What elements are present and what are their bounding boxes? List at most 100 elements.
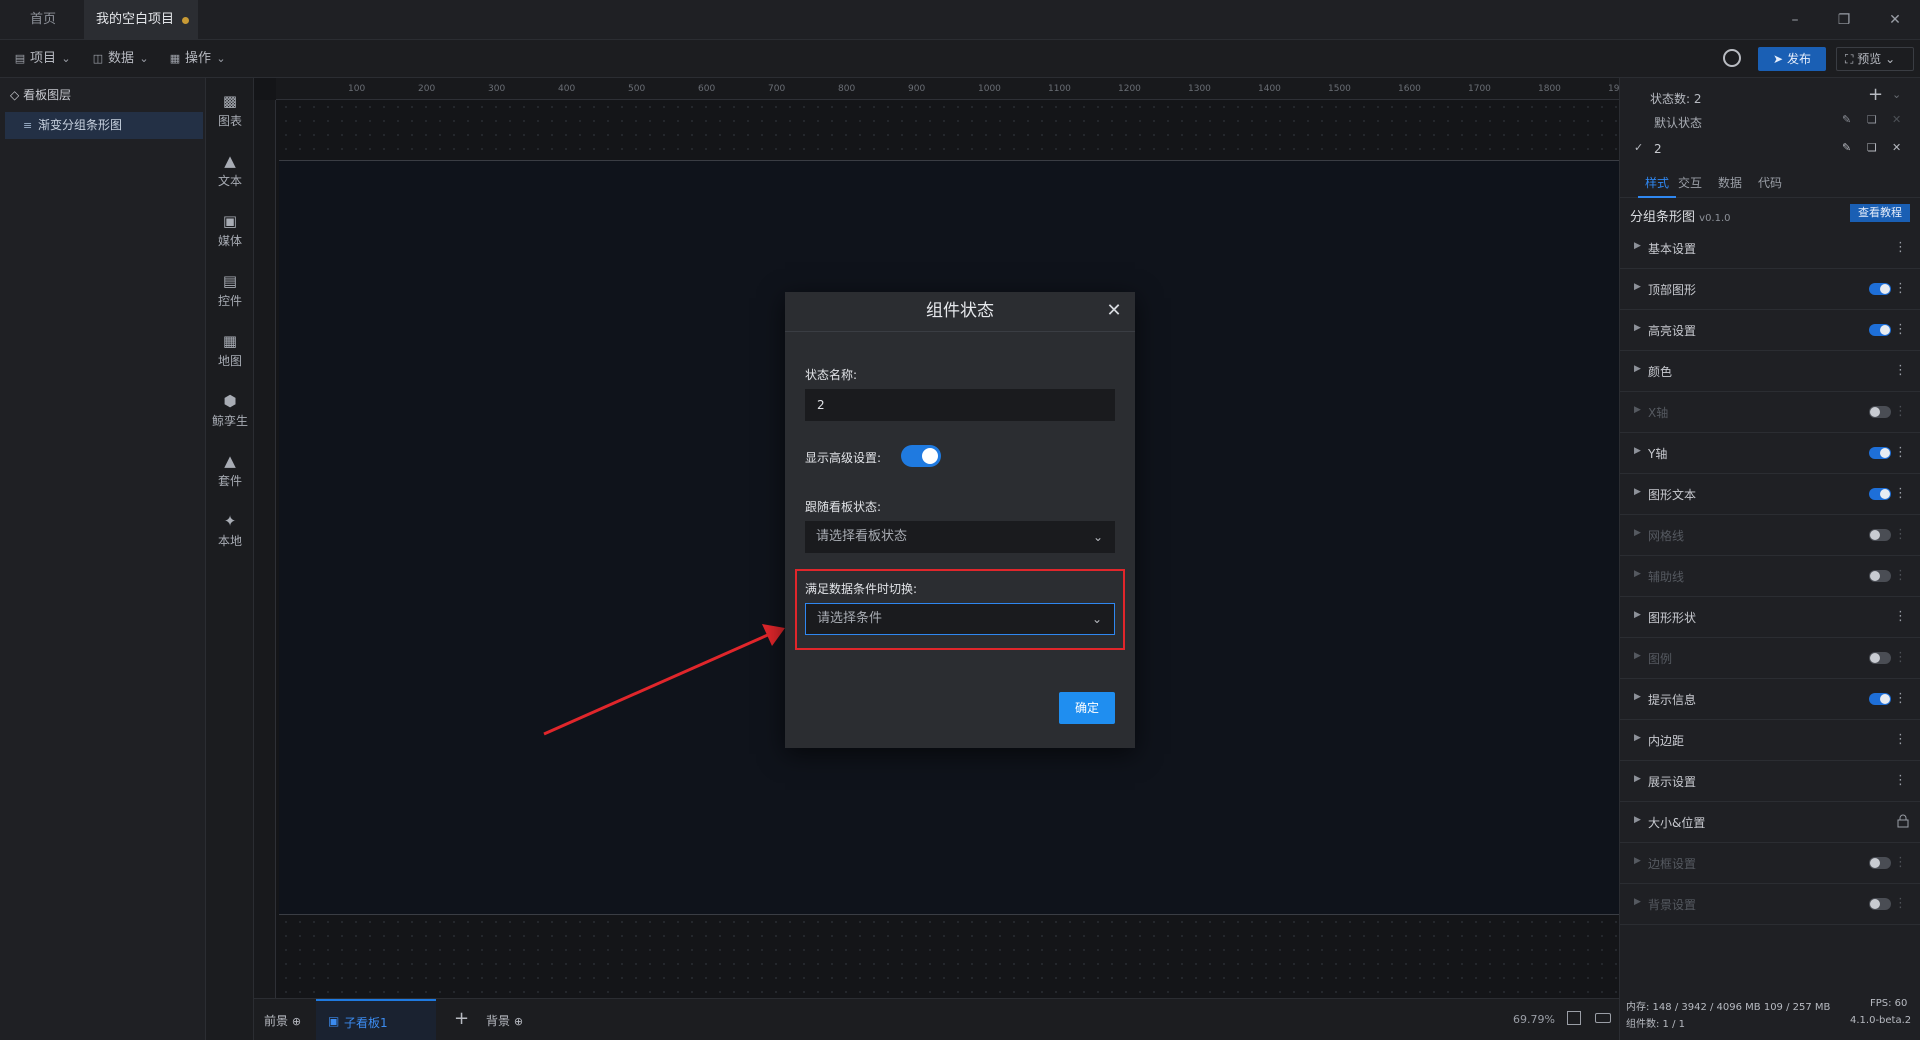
property-section-row[interactable]: ▶ 基本设置 ⋮ — [1620, 228, 1920, 269]
section-toggle[interactable] — [1869, 406, 1891, 418]
more-options-icon[interactable]: ⋮ — [1894, 732, 1907, 747]
rail-item-kit[interactable]: ▲ 套件 — [206, 446, 254, 498]
property-section-row[interactable]: ▶ 高亮设置 ⋮ — [1620, 310, 1920, 351]
menu-data[interactable]: ◫ 数据 ⌄ — [92, 49, 150, 69]
restore-icon[interactable]: ❐ — [1832, 8, 1856, 32]
tutorial-button[interactable]: 查看教程 — [1850, 204, 1910, 222]
section-toggle[interactable] — [1869, 693, 1891, 705]
more-options-icon[interactable]: ⋮ — [1894, 363, 1907, 378]
delete-icon[interactable]: ✕ — [1892, 141, 1901, 154]
ruler-tick-label: 800 — [838, 84, 856, 94]
more-options-icon[interactable]: ⋮ — [1894, 650, 1907, 665]
section-toggle[interactable] — [1869, 447, 1891, 459]
rail-item-twin[interactable]: ⬢ 鲸孪生 — [206, 386, 254, 438]
rail-item-chart[interactable]: ▩ 图表 — [206, 86, 254, 138]
tab-style[interactable]: 样式 — [1638, 174, 1676, 198]
close-window-icon[interactable]: ✕ — [1883, 8, 1907, 32]
rail-item-media[interactable]: ▣ 媒体 — [206, 206, 254, 258]
more-options-icon[interactable]: ⋮ — [1894, 486, 1907, 501]
tab-project[interactable]: 我的空白项目 — [84, 0, 198, 40]
property-section-row[interactable]: ▶ 顶部图形 ⋮ — [1620, 269, 1920, 310]
more-options-icon[interactable]: ⋮ — [1894, 445, 1907, 460]
section-toggle[interactable] — [1869, 652, 1891, 664]
copy-icon[interactable]: ❏ — [1867, 113, 1877, 126]
section-toggle[interactable] — [1869, 570, 1891, 582]
data-condition-select[interactable]: 请选择条件 ⌄ — [805, 603, 1115, 635]
add-state-icon[interactable]: + — [1868, 84, 1883, 105]
section-toggle[interactable] — [1869, 488, 1891, 500]
edit-icon[interactable]: ✎ — [1842, 141, 1851, 154]
more-options-icon[interactable]: ⋮ — [1894, 609, 1907, 624]
chevron-down-icon[interactable]: ⌄ — [1892, 88, 1901, 101]
rail-item-text[interactable]: ▲ 文本 — [206, 146, 254, 198]
copy-icon[interactable]: ❏ — [1867, 141, 1877, 154]
publish-button[interactable]: ➤ 发布 — [1758, 47, 1826, 71]
rail-item-control[interactable]: ▤ 控件 — [206, 266, 254, 318]
lock-icon[interactable] — [1897, 814, 1909, 828]
state-row-2[interactable]: ✓ 2 ✎ ❏ ✕ — [1620, 136, 1920, 162]
property-section-row[interactable]: ▶ 颜色 ⋮ — [1620, 351, 1920, 392]
add-board-icon[interactable]: + — [454, 1008, 469, 1029]
section-toggle[interactable] — [1869, 529, 1891, 541]
toolbar: ▤ 项目 ⌄ ◫ 数据 ⌄ ▦ 操作 ⌄ ➤ 发布 ⛶ 预览 ⌄ — [0, 40, 1920, 78]
property-section-row[interactable]: ▶ X轴 ⋮ — [1620, 392, 1920, 433]
layer-item[interactable]: ≡ 渐变分组条形图 — [5, 112, 203, 139]
state-name-input[interactable] — [805, 389, 1115, 421]
keyboard-icon[interactable] — [1595, 1013, 1611, 1023]
foreground-tab[interactable]: 前景 ⊕ — [264, 1012, 301, 1029]
property-section-row[interactable]: ▶ 图例 ⋮ — [1620, 638, 1920, 679]
property-section-row[interactable]: ▶ 展示设置 ⋮ — [1620, 761, 1920, 802]
close-icon[interactable]: ✕ — [1103, 300, 1125, 322]
menu-project[interactable]: ▤ 项目 ⌄ — [14, 49, 72, 69]
section-toggle[interactable] — [1869, 857, 1891, 869]
more-options-icon[interactable]: ⋮ — [1894, 527, 1907, 542]
property-section-row[interactable]: ▶ Y轴 ⋮ — [1620, 433, 1920, 474]
confirm-button[interactable]: 确定 — [1059, 692, 1115, 724]
section-toggle[interactable] — [1869, 283, 1891, 295]
tab-interaction[interactable]: 交互 — [1678, 174, 1702, 191]
tab-code[interactable]: 代码 — [1758, 174, 1782, 191]
follow-board-state-select[interactable]: 请选择看板状态 ⌄ — [805, 521, 1115, 553]
property-section-row[interactable]: ▶ 边框设置 ⋮ — [1620, 843, 1920, 884]
state-row-default[interactable]: 默认状态 ✎ ❏ ✕ — [1620, 108, 1920, 134]
background-tab[interactable]: 背景 ⊕ — [486, 1012, 523, 1029]
zoom-level[interactable]: 69.79% — [1513, 1013, 1555, 1026]
property-section-row[interactable]: ▶ 辅助线 ⋮ — [1620, 556, 1920, 597]
title-bar: 首页 我的空白项目 – ❐ ✕ — [0, 0, 1920, 40]
property-section-label: 颜色 — [1648, 365, 1673, 379]
section-toggle[interactable] — [1869, 324, 1891, 336]
advanced-settings-toggle[interactable] — [901, 445, 941, 467]
rail-item-local[interactable]: ✦ 本地 — [206, 506, 254, 558]
more-options-icon[interactable]: ⋮ — [1894, 896, 1907, 911]
menu-operations[interactable]: ▦ 操作 ⌄ — [169, 49, 227, 69]
fit-screen-icon[interactable] — [1567, 1011, 1581, 1025]
more-options-icon[interactable]: ⋮ — [1894, 322, 1907, 337]
property-section-row[interactable]: ▶ 图形形状 ⋮ — [1620, 597, 1920, 638]
property-section-label: 图例 — [1648, 652, 1673, 666]
section-toggle[interactable] — [1869, 898, 1891, 910]
tab-home[interactable]: 首页 — [18, 0, 68, 40]
add-circle-icon[interactable]: ⊕ — [292, 1015, 301, 1028]
preview-button[interactable]: ⛶ 预览 ⌄ — [1836, 47, 1914, 71]
board-tab[interactable]: ▣ 子看板1 — [316, 999, 436, 1040]
more-options-icon[interactable]: ⋮ — [1894, 281, 1907, 296]
more-options-icon[interactable]: ⋮ — [1894, 240, 1907, 255]
minimize-icon[interactable]: – — [1783, 8, 1807, 32]
more-options-icon[interactable]: ⋮ — [1894, 404, 1907, 419]
more-options-icon[interactable]: ⋮ — [1894, 691, 1907, 706]
ruler-tick-label: 1800 — [1538, 84, 1561, 94]
more-options-icon[interactable]: ⋮ — [1894, 568, 1907, 583]
property-section-row[interactable]: ▶ 网格线 ⋮ — [1620, 515, 1920, 556]
add-circle-icon[interactable]: ⊕ — [514, 1015, 523, 1028]
search-icon[interactable] — [1723, 49, 1741, 67]
property-section-row[interactable]: ▶ 内边距 ⋮ — [1620, 720, 1920, 761]
property-section-row[interactable]: ▶ 图形文本 ⋮ — [1620, 474, 1920, 515]
property-section-row[interactable]: ▶ 背景设置 ⋮ — [1620, 884, 1920, 925]
property-section-row[interactable]: ▶ 大小&位置 — [1620, 802, 1920, 843]
property-section-row[interactable]: ▶ 提示信息 ⋮ — [1620, 679, 1920, 720]
more-options-icon[interactable]: ⋮ — [1894, 855, 1907, 870]
tab-data[interactable]: 数据 — [1718, 174, 1742, 191]
more-options-icon[interactable]: ⋮ — [1894, 773, 1907, 788]
rail-item-map[interactable]: ▦ 地图 — [206, 326, 254, 378]
edit-icon[interactable]: ✎ — [1842, 113, 1851, 126]
